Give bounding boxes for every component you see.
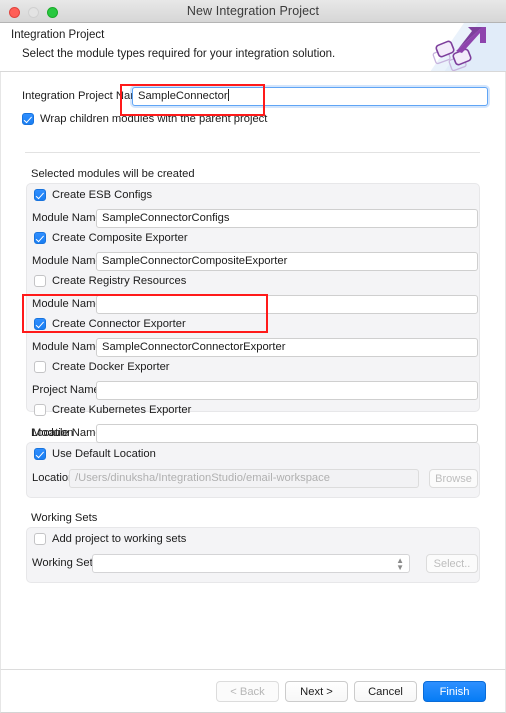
create-composite-exporter-label: Create Composite Exporter [52, 232, 188, 244]
project-name-label: Integration Project Name [22, 90, 146, 102]
location-input[interactable]: /Users/dinuksha/IntegrationStudio/email-… [69, 469, 419, 488]
minimize-button-icon[interactable] [28, 7, 39, 18]
create-composite-exporter-checkbox-icon[interactable] [34, 232, 46, 244]
cancel-button[interactable]: Cancel [354, 681, 417, 702]
kubernetes-exporter-module-name-label: Module Name [32, 427, 102, 439]
registry-resources-module-name-label: Module Name [32, 298, 102, 310]
kubernetes-exporter-module-name-label-row: Module Name [32, 427, 102, 439]
docker-exporter-project-name-label-row: Project Name [32, 384, 100, 396]
wizard-header: Integration Project Select the module ty… [0, 23, 506, 72]
project-name-input[interactable]: SampleConnector [132, 87, 488, 106]
create-registry-resources-checkbox-icon[interactable] [34, 275, 46, 287]
create-kubernetes-exporter-checkbox-row[interactable]: Create Kubernetes Exporter [34, 404, 191, 416]
add-to-working-sets-label: Add project to working sets [52, 533, 187, 545]
create-kubernetes-exporter-label: Create Kubernetes Exporter [52, 404, 192, 416]
use-default-location-label: Use Default Location [52, 448, 156, 460]
use-default-location-checkbox-row[interactable]: Use Default Location [34, 448, 156, 460]
registry-resources-module-name-label-row: Module Name [32, 298, 102, 310]
create-kubernetes-exporter-checkbox-icon[interactable] [34, 404, 46, 416]
working-sets-section-label: Working Sets [31, 512, 98, 524]
create-connector-exporter-checkbox-icon[interactable] [34, 318, 46, 330]
wizard-header-title: Integration Project [11, 29, 105, 41]
add-to-working-sets-checkbox-row[interactable]: Add project to working sets [34, 533, 186, 545]
working-sets-combobox[interactable]: ▲ ▼ [92, 554, 410, 573]
docker-exporter-project-name-input[interactable] [96, 381, 478, 400]
location-value: /Users/dinuksha/IntegrationStudio/email-… [75, 472, 330, 484]
wizard-footer: < Back Next > Cancel Finish [0, 669, 506, 713]
docker-exporter-project-name-label: Project Name [32, 384, 100, 396]
create-docker-exporter-checkbox-row[interactable]: Create Docker Exporter [34, 361, 170, 373]
window-title: New Integration Project [186, 4, 320, 18]
connector-exporter-module-name-input[interactable]: SampleConnectorConnectorExporter [96, 338, 478, 357]
composite-exporter-module-name-value: SampleConnectorCompositeExporter [102, 255, 288, 267]
modules-section-label: Selected modules will be created [31, 168, 195, 180]
wrap-children-checkbox-row[interactable]: Wrap children modules with the parent pr… [22, 113, 267, 125]
section-divider [25, 152, 480, 153]
next-button[interactable]: Next > [285, 681, 348, 702]
create-connector-exporter-checkbox-row[interactable]: Create Connector Exporter [34, 318, 186, 330]
connector-exporter-module-name-label: Module Name [32, 341, 102, 353]
create-docker-exporter-label: Create Docker Exporter [52, 361, 170, 373]
create-registry-resources-label: Create Registry Resources [52, 275, 187, 287]
text-caret [227, 89, 229, 101]
title-bar: New Integration Project [0, 0, 506, 23]
window-controls [9, 7, 58, 18]
create-esb-configs-checkbox-row[interactable]: Create ESB Configs [34, 189, 152, 201]
connector-exporter-module-name-label-row: Module Name [32, 341, 102, 353]
esb-configs-module-name-label: Module Name [32, 212, 102, 224]
composite-exporter-module-name-label-row: Module Name [32, 255, 102, 267]
working-sets-field-label-row: Working Sets [32, 557, 98, 569]
working-sets-field-label: Working Sets [32, 557, 99, 569]
chevron-up-down-icon: ▲ ▼ [396, 556, 404, 572]
project-name-row: Integration Project Name [22, 90, 146, 102]
create-connector-exporter-label: Create Connector Exporter [52, 318, 186, 330]
registry-resources-module-name-input[interactable] [96, 295, 478, 314]
esb-configs-module-name-value: SampleConnectorConfigs [102, 212, 230, 224]
wizard-header-subtitle: Select the module types required for you… [22, 48, 336, 60]
close-button-icon[interactable] [9, 7, 20, 18]
kubernetes-exporter-module-name-input[interactable] [96, 424, 478, 443]
add-to-working-sets-checkbox-icon[interactable] [34, 533, 46, 545]
composite-exporter-module-name-label: Module Name [32, 255, 102, 267]
create-docker-exporter-checkbox-icon[interactable] [34, 361, 46, 373]
zoom-button-icon[interactable] [47, 7, 58, 18]
composite-exporter-module-name-input[interactable]: SampleConnectorCompositeExporter [96, 252, 478, 271]
create-composite-exporter-checkbox-row[interactable]: Create Composite Exporter [34, 232, 188, 244]
use-default-location-checkbox-icon[interactable] [34, 448, 46, 460]
location-field-label: Location [32, 472, 75, 484]
browse-button[interactable]: Browse [429, 469, 478, 488]
project-name-value: SampleConnector [138, 90, 228, 102]
create-registry-resources-checkbox-row[interactable]: Create Registry Resources [34, 275, 186, 287]
connector-exporter-module-name-value: SampleConnectorConnectorExporter [102, 341, 286, 353]
wizard-body: Integration Project Name SampleConnector… [0, 72, 506, 669]
esb-configs-module-name-input[interactable]: SampleConnectorConfigs [96, 209, 478, 228]
esb-configs-module-name-label-row: Module Name [32, 212, 102, 224]
wrap-children-checkbox-icon[interactable] [22, 113, 34, 125]
new-integration-project-dialog: New Integration Project Integration Proj… [0, 0, 506, 713]
select-working-sets-button[interactable]: Select.. [426, 554, 478, 573]
location-field-label-row: Location [32, 472, 74, 484]
wrap-children-label: Wrap children modules with the parent pr… [40, 113, 268, 125]
create-esb-configs-checkbox-icon[interactable] [34, 189, 46, 201]
back-button[interactable]: < Back [216, 681, 279, 702]
finish-button[interactable]: Finish [423, 681, 486, 702]
create-esb-configs-label: Create ESB Configs [52, 189, 153, 201]
integration-arrow-icon [420, 23, 506, 71]
